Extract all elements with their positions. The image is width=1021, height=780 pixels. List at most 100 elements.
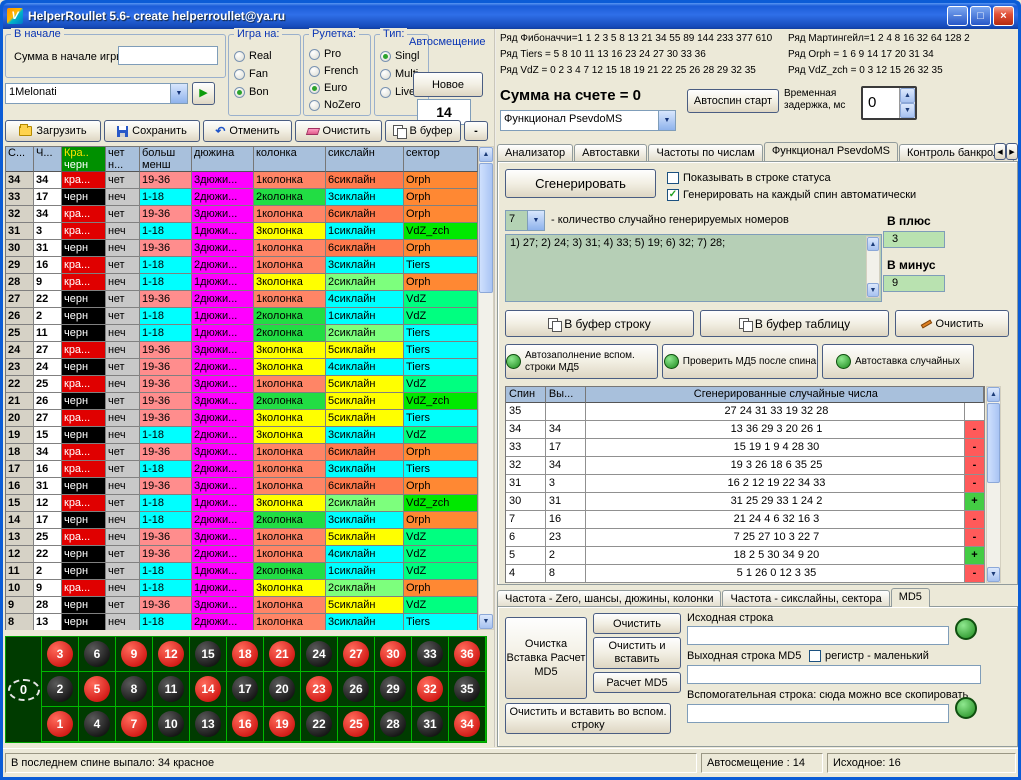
- history-row[interactable]: 2427кра...неч19-363дюжи...3колонка5сикла…: [6, 342, 478, 359]
- board-cell-4[interactable]: 4: [79, 707, 116, 742]
- history-row[interactable]: 2324чернчет19-362дюжи...3колонка4сиклайн…: [6, 359, 478, 376]
- title-bar[interactable]: V HelperRoullet 5.6- create helperroulle…: [3, 3, 1018, 29]
- history-row[interactable]: 3234кра...чет19-363дюжи...1колонка6сикла…: [6, 206, 478, 223]
- board-cell-31[interactable]: 31: [412, 707, 449, 742]
- tab-2[interactable]: Частоты по числам: [648, 144, 762, 161]
- radio-option-fan[interactable]: Fan: [234, 67, 268, 81]
- radio-option-singl[interactable]: Singl: [380, 49, 419, 63]
- radio-option-bon[interactable]: Bon: [234, 85, 269, 99]
- spin-row[interactable]: 3527 24 31 33 19 32 28: [506, 403, 985, 421]
- scroll-down-icon[interactable]: ▼: [867, 283, 879, 297]
- md5-aux-input[interactable]: [687, 704, 949, 723]
- show-in-status-checkbox[interactable]: Показывать в строке статуса: [667, 172, 831, 184]
- generated-sequence-area[interactable]: 1) 27; 2) 24; 3) 31; 4) 33; 5) 19; 6) 32…: [505, 234, 882, 302]
- history-row[interactable]: 3317черннеч1-182дюжи...2колонка3сиклайнO…: [6, 189, 478, 206]
- board-cell-5[interactable]: 5: [79, 672, 116, 707]
- board-cell-30[interactable]: 30: [375, 637, 412, 672]
- board-cell-21[interactable]: 21: [264, 637, 301, 672]
- check-md5-button[interactable]: Проверить МД5 после спина: [662, 344, 818, 379]
- radio-option-euro[interactable]: Euro: [309, 81, 347, 95]
- history-row[interactable]: 1716кра...чет1-182дюжи...1колонка3сиклай…: [6, 461, 478, 478]
- board-cell-18[interactable]: 18: [227, 637, 264, 672]
- autobet-random-button[interactable]: Автоставка случайных: [822, 344, 974, 379]
- board-cell-20[interactable]: 20: [264, 672, 301, 707]
- history-row[interactable]: 2511черннеч1-181дюжи...2колонка2сиклайнT…: [6, 325, 478, 342]
- spin-row[interactable]: 303131 25 29 33 1 24 2+: [506, 493, 985, 511]
- history-scroll-thumb[interactable]: [479, 163, 493, 293]
- board-cell-3[interactable]: 3: [42, 637, 79, 672]
- board-cell-16[interactable]: 16: [227, 707, 264, 742]
- spin-scrollbar[interactable]: ▲ ▼: [986, 386, 1001, 583]
- board-cell-6[interactable]: 6: [79, 637, 116, 672]
- history-row[interactable]: 109кра...неч1-181дюжи...3колонка2сиклайн…: [6, 580, 478, 597]
- board-cell-27[interactable]: 27: [338, 637, 375, 672]
- board-cell-12[interactable]: 12: [153, 637, 190, 672]
- history-row[interactable]: 112чернчет1-181дюжи...2колонка1сиклайнVd…: [6, 563, 478, 580]
- sequence-scroll-track[interactable]: [867, 251, 879, 283]
- spin-row[interactable]: 485 1 26 0 12 3 35-: [506, 565, 985, 583]
- spin-row[interactable]: 323419 3 26 18 6 35 25-: [506, 457, 985, 475]
- history-row[interactable]: 289кра...неч1-181дюжи...3колонка2сиклайн…: [6, 274, 478, 291]
- md5-calc-button[interactable]: Расчет MD5: [593, 672, 681, 693]
- board-cell-26[interactable]: 26: [338, 672, 375, 707]
- radio-option-french[interactable]: French: [309, 64, 358, 78]
- frequency-tab-2[interactable]: MD5: [891, 588, 930, 607]
- history-row[interactable]: 313кра...неч1-181дюжи...3колонка1сиклайн…: [6, 223, 478, 240]
- history-row[interactable]: 2916кра...чет1-182дюжи...1колонка3сиклай…: [6, 257, 478, 274]
- history-scroll-track[interactable]: [479, 162, 493, 614]
- clear-button[interactable]: Очистить: [295, 120, 382, 142]
- board-cell-28[interactable]: 28: [375, 707, 412, 742]
- scroll-down-icon[interactable]: ▼: [479, 614, 493, 629]
- board-cell-0[interactable]: 0: [6, 637, 42, 742]
- minus-button[interactable]: -: [464, 121, 488, 141]
- history-row[interactable]: 262чернчет1-181дюжи...2колонка1сиклайнVd…: [6, 308, 478, 325]
- scroll-up-icon[interactable]: ▲: [479, 147, 493, 162]
- autospin-start-button[interactable]: Автоспин старт: [687, 89, 779, 113]
- history-row[interactable]: 1222чернчет19-362дюжи...1колонка4сиклайн…: [6, 546, 478, 563]
- history-row[interactable]: 2722чернчет19-362дюжи...1колонка4сиклайн…: [6, 291, 478, 308]
- spin-row[interactable]: 31316 2 12 19 22 34 33-: [506, 475, 985, 493]
- spin-row[interactable]: 71621 24 4 6 32 16 3-: [506, 511, 985, 529]
- board-cell-25[interactable]: 25: [338, 707, 375, 742]
- radio-option-pro[interactable]: Pro: [309, 47, 341, 61]
- board-cell-15[interactable]: 15: [190, 637, 227, 672]
- chevron-down-icon[interactable]: ▼: [170, 84, 187, 103]
- autofill-md5-button[interactable]: Автозаполнение вспом. строки МД5: [505, 344, 658, 379]
- md5-aux-action-icon[interactable]: [955, 697, 977, 719]
- history-row[interactable]: 3031черннеч19-363дюжи...1колонка6сиклайн…: [6, 240, 478, 257]
- history-row[interactable]: 813черннеч1-182дюжи...1колонка3сиклайнTi…: [6, 614, 478, 630]
- run-preset-button[interactable]: ▶: [192, 82, 215, 105]
- board-cell-36[interactable]: 36: [449, 637, 486, 672]
- md5-output-input[interactable]: [687, 665, 981, 684]
- spin-up-icon[interactable]: ▲: [900, 88, 915, 103]
- tab-0[interactable]: Анализатор: [497, 144, 573, 161]
- scroll-up-icon[interactable]: ▲: [987, 387, 1000, 402]
- board-cell-11[interactable]: 11: [153, 672, 190, 707]
- tab-scroll-right-icon[interactable]: ▶: [1006, 143, 1018, 160]
- board-cell-14[interactable]: 14: [190, 672, 227, 707]
- spin-row[interactable]: 6237 25 27 10 3 22 7-: [506, 529, 985, 547]
- save-button[interactable]: Сохранить: [104, 120, 200, 142]
- spin-row[interactable]: 5218 2 5 30 34 9 20+: [506, 547, 985, 565]
- board-cell-7[interactable]: 7: [116, 707, 153, 742]
- history-scrollbar[interactable]: ▲ ▼: [478, 146, 494, 630]
- history-row[interactable]: 1631черннеч19-363дюжи...1колонка6сиклайн…: [6, 478, 478, 495]
- sequence-scrollbar[interactable]: ▲ ▼: [866, 236, 880, 298]
- close-button[interactable]: ×: [993, 6, 1014, 26]
- board-cell-9[interactable]: 9: [116, 637, 153, 672]
- board-cell-33[interactable]: 33: [412, 637, 449, 672]
- md5-clear-button[interactable]: Очистить: [593, 613, 681, 634]
- board-cell-1[interactable]: 1: [42, 707, 79, 742]
- md5-source-input[interactable]: [687, 626, 949, 645]
- tab-1[interactable]: Автоставки: [574, 144, 647, 161]
- board-cell-35[interactable]: 35: [449, 672, 486, 707]
- frequency-tab-0[interactable]: Частота - Zero, шансы, дюжины, колонки: [497, 590, 721, 607]
- history-row[interactable]: 1417черннеч1-182дюжи...2колонка3сиклайнO…: [6, 512, 478, 529]
- history-row[interactable]: 2027кра...неч19-363дюжи...3колонка5сикла…: [6, 410, 478, 427]
- tab-scroll-left-icon[interactable]: ◀: [994, 143, 1006, 160]
- md5-register-checkbox[interactable]: регистр - маленький: [809, 650, 929, 662]
- generate-button[interactable]: Сгенерировать: [505, 169, 656, 198]
- scroll-up-icon[interactable]: ▲: [867, 237, 879, 251]
- spin-row[interactable]: 343413 36 29 3 20 26 1-: [506, 421, 985, 439]
- board-cell-22[interactable]: 22: [301, 707, 338, 742]
